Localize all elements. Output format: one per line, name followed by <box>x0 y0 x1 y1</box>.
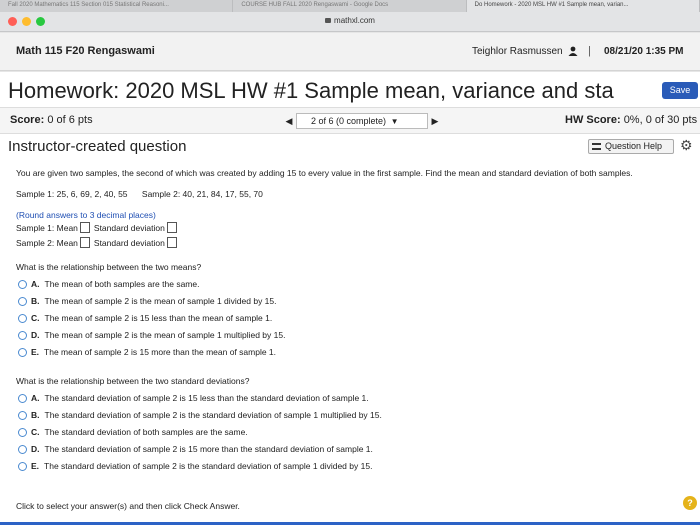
question-type: Instructor-created question <box>8 138 187 155</box>
question-header: Instructor-created question Question Hel… <box>0 134 700 160</box>
url-text: mathxl.com <box>334 16 375 25</box>
browser-tab-bar: Fall 2020 Mathematics 115 Section 015 St… <box>0 0 700 12</box>
question-help-button[interactable]: Question Help <box>588 139 674 154</box>
question-picker-value: 2 of 6 (0 complete) <box>311 116 387 126</box>
sd-option-c[interactable]: C. The standard deviation of both samples… <box>18 427 248 437</box>
sample-1-sd-input[interactable] <box>166 222 177 233</box>
score-label: Score: <box>10 114 45 126</box>
radio-icon[interactable] <box>18 444 27 454</box>
course-name: Math 115 F20 Rengaswami <box>16 45 155 57</box>
question-navigator: ◀ 2 of 6 (0 complete) ▼ ▶ <box>282 112 442 130</box>
means-option-d[interactable]: D. The mean of sample 2 is the mean of sa… <box>18 330 285 340</box>
help-icon[interactable]: ? <box>683 496 697 510</box>
browser-tab-active[interactable]: Do Homework - 2020 MSL HW #1 Sample mean… <box>466 0 700 12</box>
score-bar: Score: 0 of 6 pts ◀ 2 of 6 (0 complete) … <box>0 108 700 134</box>
sample-2-sd-input[interactable] <box>166 237 177 248</box>
list-icon <box>592 143 601 150</box>
course-header: Math 115 F20 Rengaswami Teighlor Rasmuss… <box>0 33 700 71</box>
radio-icon[interactable] <box>18 347 27 357</box>
next-question-button[interactable]: ▶ <box>428 116 442 127</box>
means-option-b[interactable]: B. The mean of sample 2 is the mean of sa… <box>18 296 277 306</box>
hw-score-value: 0%, 0 of 30 pts <box>623 114 698 126</box>
radio-icon[interactable] <box>18 279 27 289</box>
sample-1-answer-row: Sample 1: Mean Standard deviation <box>16 222 181 233</box>
datetime: 08/21/20 1:35 PM <box>604 46 684 57</box>
means-option-e[interactable]: E. The mean of sample 2 is 15 more than t… <box>18 347 276 357</box>
header-separator: | <box>588 45 591 57</box>
option-letter: B. <box>31 410 40 420</box>
instruction-footer: Click to select your answer(s) and then … <box>16 501 240 511</box>
sample-1-mean-input[interactable] <box>79 222 90 233</box>
question-prompt: You are given two samples, the second of… <box>16 168 633 178</box>
means-question: What is the relationship between the two… <box>16 262 202 272</box>
sample-2-answer-row: Sample 2: Mean Standard deviation <box>16 237 181 248</box>
option-letter: A. <box>31 393 40 403</box>
sample-1: Sample 1: 25, 6, 69, 2, 40, 55 <box>16 189 128 199</box>
radio-icon[interactable] <box>18 410 27 420</box>
option-letter: D. <box>31 444 40 454</box>
page-title: Homework: 2020 MSL HW #1 Sample mean, va… <box>8 78 614 103</box>
sd-option-d[interactable]: D. The standard deviation of sample 2 is … <box>18 444 373 454</box>
radio-icon[interactable] <box>18 461 27 471</box>
user-icon[interactable] <box>568 46 578 56</box>
sample-data: Sample 1: 25, 6, 69, 2, 40, 55 Sample 2:… <box>16 189 263 199</box>
option-text: The mean of sample 2 is 15 more than the… <box>44 347 277 357</box>
url-field[interactable]: mathxl.com <box>0 16 700 25</box>
browser-tab[interactable]: Fall 2020 Mathematics 115 Section 015 St… <box>0 0 234 12</box>
means-option-c[interactable]: C. The mean of sample 2 is 15 less than t… <box>18 313 272 323</box>
user-name: Teighlor Rasmussen <box>472 46 563 57</box>
option-text: The standard deviation of both samples a… <box>44 427 248 437</box>
question-help-label: Question Help <box>605 141 663 151</box>
previous-question-button[interactable]: ◀ <box>282 116 296 127</box>
option-text: The mean of both samples are the same. <box>44 279 200 289</box>
option-letter: D. <box>31 330 40 340</box>
score: Score: 0 of 6 pts <box>10 114 93 126</box>
radio-icon[interactable] <box>18 427 27 437</box>
option-letter: E. <box>31 461 40 471</box>
address-bar: mathxl.com <box>0 12 700 32</box>
sd-option-b[interactable]: B. The standard deviation of sample 2 is … <box>18 410 382 420</box>
option-text: The standard deviation of sample 2 is th… <box>44 410 382 420</box>
rounding-hint: (Round answers to 3 decimal places) <box>16 210 156 220</box>
homework-title-bar: Homework: 2020 MSL HW #1 Sample mean, va… <box>0 72 700 108</box>
radio-icon[interactable] <box>18 313 27 323</box>
sd-question: What is the relationship between the two… <box>16 376 250 386</box>
option-letter: C. <box>31 313 40 323</box>
option-text: The mean of sample 2 is the mean of samp… <box>44 330 286 340</box>
question-body: You are given two samples, the second of… <box>0 160 700 525</box>
option-text: The standard deviation of sample 2 is 15… <box>44 393 369 403</box>
means-option-a[interactable]: A. The mean of both samples are the same. <box>18 279 199 289</box>
option-text: The mean of sample 2 is 15 less than the… <box>44 313 273 323</box>
option-text: The standard deviation of sample 2 is th… <box>44 461 373 471</box>
option-letter: E. <box>31 347 40 357</box>
option-letter: C. <box>31 427 40 437</box>
sd-label: Standard deviation <box>93 222 165 233</box>
option-letter: B. <box>31 296 40 306</box>
hw-score: HW Score: 0%, 0 of 30 pts <box>565 114 697 126</box>
sd-option-a[interactable]: A. The standard deviation of sample 2 is … <box>18 393 369 403</box>
lock-icon <box>325 18 332 23</box>
sd-label: Standard deviation <box>93 237 165 248</box>
sample-2: Sample 2: 40, 21, 84, 17, 55, 70 <box>141 189 263 199</box>
gear-icon[interactable]: ⚙ <box>680 137 693 154</box>
option-letter: A. <box>31 279 40 289</box>
question-picker[interactable]: 2 of 6 (0 complete) ▼ <box>296 113 428 129</box>
option-text: The standard deviation of sample 2 is 15… <box>44 444 373 454</box>
browser-tab[interactable]: COURSE HUB FALL 2020 Rengaswami - Google… <box>233 0 467 12</box>
radio-icon[interactable] <box>18 296 27 306</box>
mean-label: Sample 2: Mean <box>16 237 78 248</box>
radio-icon[interactable] <box>18 330 27 340</box>
option-text: The mean of sample 2 is the mean of samp… <box>44 296 277 306</box>
sd-option-e[interactable]: E. The standard deviation of sample 2 is … <box>18 461 372 471</box>
sample-2-mean-input[interactable] <box>79 237 90 248</box>
save-button[interactable]: Save <box>662 82 698 99</box>
hw-score-label: HW Score: <box>565 114 621 126</box>
mean-label: Sample 1: Mean <box>16 222 78 233</box>
radio-icon[interactable] <box>18 393 27 403</box>
chevron-down-icon: ▼ <box>390 117 399 126</box>
score-value: 0 of 6 pts <box>47 114 93 126</box>
